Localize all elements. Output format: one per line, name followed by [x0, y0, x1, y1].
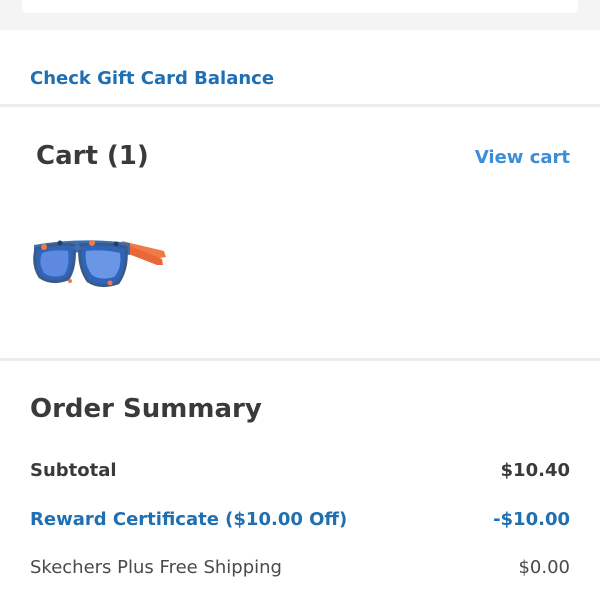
subtotal-row: Subtotal $10.40 — [30, 460, 570, 481]
subtotal-label: Subtotal — [30, 460, 117, 481]
check-gift-card-balance-link[interactable]: Check Gift Card Balance — [30, 68, 274, 89]
shipping-value: $0.00 — [518, 557, 570, 578]
section-divider — [0, 104, 600, 107]
shipping-label: Skechers Plus Free Shipping — [30, 557, 282, 578]
order-summary-title: Order Summary — [30, 394, 262, 424]
shipping-row: Skechers Plus Free Shipping $0.00 — [30, 557, 570, 578]
reward-certificate-link[interactable]: Reward Certificate ($10.00 Off) — [30, 509, 347, 530]
reward-certificate-value: -$10.00 — [493, 509, 570, 530]
view-cart-link[interactable]: View cart — [475, 147, 570, 168]
subtotal-value: $10.40 — [500, 460, 570, 481]
reward-certificate-row: Reward Certificate ($10.00 Off) -$10.00 — [30, 509, 570, 530]
cart-item-thumbnail[interactable] — [30, 225, 170, 305]
sunglasses-icon — [33, 240, 166, 288]
top-card — [22, 0, 578, 13]
section-divider — [0, 358, 600, 361]
cart-title: Cart (1) — [36, 141, 149, 171]
